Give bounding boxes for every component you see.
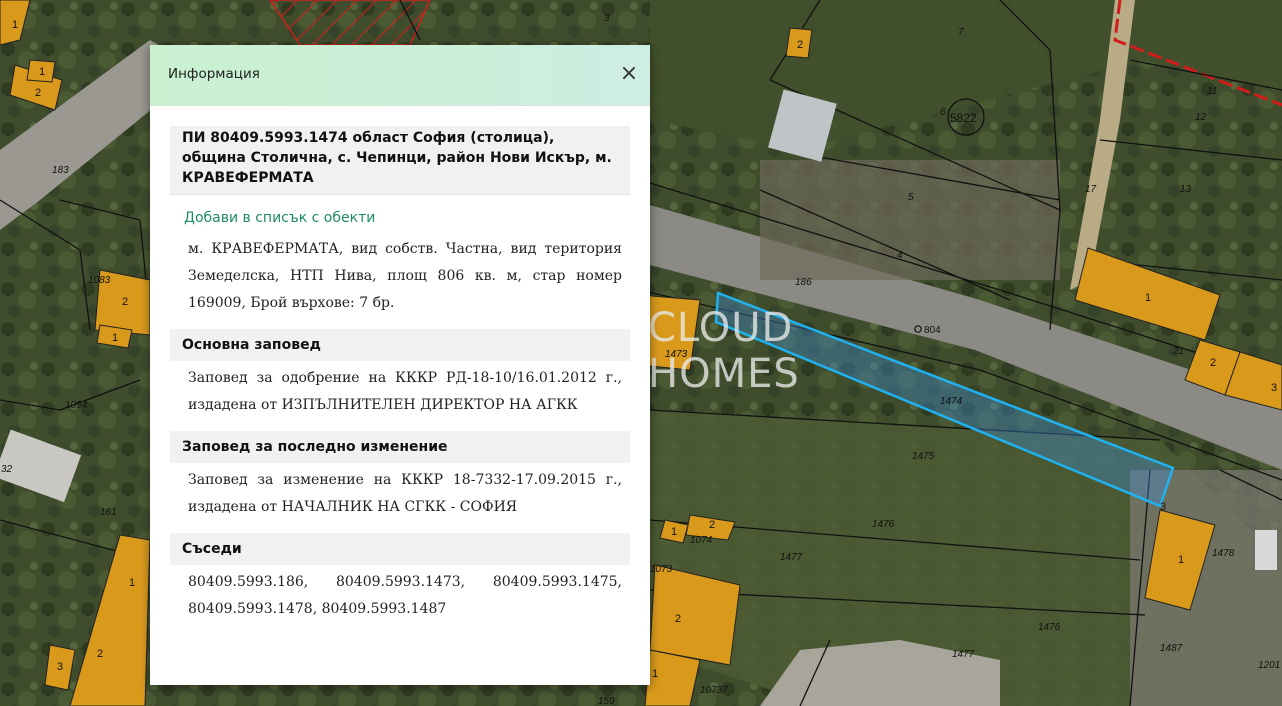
panel-header: Информация × [150,45,650,106]
parcel-label: 183 [52,165,69,176]
section-title-neighbours: Съседи [170,533,630,565]
parcel-label: 1094 [65,400,88,411]
building-label: 3 [57,661,63,673]
building-label: 1 [1145,292,1151,304]
parcel-description: м. КРАВЕФЕРМАТА, вид собств. Частна, вид… [188,241,622,311]
parcel-label: 11 [1207,86,1217,97]
parcel-label: 159 [598,696,615,706]
building-label: 2 [797,39,803,51]
building-label: 2 [675,613,681,625]
parcel-label: 1201 [1258,660,1280,671]
parcel-label: 1476 [872,519,895,530]
parcel-label: 5 [908,192,914,203]
building-label: 1 [671,526,677,538]
section-title-last-change: Заповед за последно изменение [170,431,630,463]
parcel-label: 1477 [952,649,975,660]
building-label: 2 [122,296,128,308]
parcel-label: 32 [1,464,13,475]
section-title-main-order: Основна заповед [170,329,630,361]
cadastre-stamp-label: 5822 [950,111,977,125]
building-label: 3 [1271,382,1277,394]
building-label: 2 [709,519,715,531]
parcel-label: 7 [958,27,964,38]
parcel-label: 10737 [700,685,728,696]
parcel-label: 17 [1085,184,1097,195]
parcel-label: 21 [1172,346,1184,357]
building-label: 2 [97,648,103,660]
parcel-label: 13 [1180,184,1192,195]
parcel-heading: ПИ 80409.5993.1474 област София (столица… [170,126,630,195]
parcel-label: 1478 [1212,548,1235,559]
parcel-label: 1474 [940,396,963,407]
parcel-label: 1073 [650,564,673,575]
add-to-list-link[interactable]: Добави в списък с обекти [170,195,630,232]
close-icon[interactable]: × [616,61,642,87]
parcel-label: 1487 [1160,643,1183,654]
section-text-last-change: Заповед за изменение на КККР 18-7332-17.… [188,472,622,515]
building-label: 2 [1210,357,1216,369]
parcel-label: 1473 [665,349,688,360]
building-label: 1 [129,577,135,589]
parcel-label: 161 [100,507,117,518]
parcel-label: 186 [795,277,812,288]
building-label: 1 [12,19,18,31]
parcel-label: 4 [897,250,903,261]
building-label: 2 [35,87,41,99]
shed [1255,530,1277,570]
parcel-label: 1475 [912,451,935,462]
building-label: 3 [1160,501,1166,513]
parcel-label: 3 [604,13,610,24]
section-text-neighbours: 80409.5993.186, 80409.5993.1473, 80409.5… [188,574,622,617]
parcel-label: 1476 [1038,622,1061,633]
parcel-label: 1074 [690,535,713,546]
building-label: 1 [112,332,118,344]
building-label: 1 [1178,554,1184,566]
building-label: 1 [652,668,658,680]
parcel-label: 1083 [88,275,111,286]
panel-title: Информация [168,66,260,82]
survey-point-label: 804 [924,325,941,336]
panel-body: ПИ 80409.5993.1474 област София (столица… [170,126,630,629]
building-label: 1 [39,66,45,78]
section-text-main-order: Заповед за одобрение на КККР РД-18-10/16… [188,370,622,413]
parcel-label: 1477 [780,552,803,563]
info-panel: Информация × ПИ 80409.5993.1474 област С… [150,45,650,685]
parcel-label: 6 [940,107,946,118]
parcel-label: 12 [1195,112,1207,123]
